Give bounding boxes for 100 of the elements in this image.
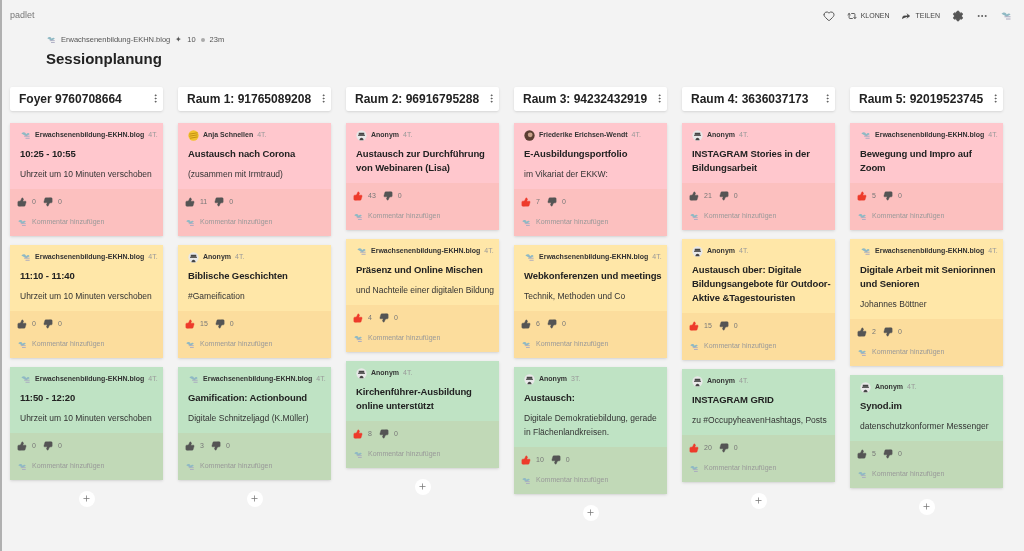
heart-icon [822,10,835,22]
column-title[interactable]: Foyer 9760708664 [19,89,122,108]
logo-icon [857,347,867,358]
add-post-button[interactable] [78,490,95,507]
thumbs-down-icon[interactable] [546,197,557,207]
logo-icon [20,129,31,141]
thumbs-up-icon[interactable] [353,429,363,439]
avatar-icon [692,245,703,257]
post-text: Johannes Böttner [860,297,928,311]
brand-label[interactable]: padlet [10,9,35,23]
thumbs-down-icon[interactable] [550,455,561,465]
column-title[interactable]: Raum 4: 3636037173 [691,89,809,108]
thumbs-down-icon[interactable] [546,319,557,329]
add-post-button[interactable] [414,478,431,495]
logo-icon [185,339,195,350]
logo-icon [689,211,699,222]
post-title: Biblische Geschichten [188,268,289,283]
post-text: datenschutzkonformer Messenger [860,419,990,433]
post-title: Synod.im [860,398,903,413]
thumbs-up-icon[interactable] [521,197,531,207]
avatar-icon [524,373,535,385]
post-text: Uhrzeit um 10 Minuten verschoben [20,167,153,181]
avatar-icon [188,129,199,141]
thumbs-down-icon[interactable] [718,191,729,201]
logo-icon [860,245,871,257]
thumbs-up-icon[interactable] [857,449,867,459]
post-text: Digitale Schnitzeljagd (K.Müller) [188,411,310,425]
add-post-button[interactable] [582,504,599,521]
thumbs-up-icon[interactable] [17,441,27,451]
logo-icon [521,217,531,228]
thumbs-up-icon[interactable] [857,327,867,337]
thumbs-up-icon[interactable] [185,197,195,207]
thumbs-up-icon[interactable] [689,443,699,453]
thumbs-down-icon[interactable] [214,319,225,329]
post-text: im Vikariat der EKKW: [524,167,609,181]
post-text: zu #OccupyheavenHashtags, Posts [692,413,828,427]
thumbs-down-icon[interactable] [718,443,729,453]
thumbs-up-icon[interactable] [17,319,27,329]
thumbs-down-icon[interactable] [882,191,893,201]
plus-icon [754,496,763,506]
thumbs-up-icon[interactable] [17,197,27,207]
post-title: 10:25 - 10:55 [20,146,77,161]
avatar-icon [860,381,871,393]
avatar-icon [692,375,703,387]
thumbs-down-icon[interactable] [882,327,893,337]
post-text: Uhrzeit um 10 Minuten verschoben [20,411,153,425]
add-post-button[interactable] [918,498,935,515]
post-title: 11:10 - 11:40 [20,268,76,283]
thumbs-down-icon[interactable] [210,441,221,451]
thumbs-up-icon[interactable] [521,455,531,465]
thumbs-up-icon[interactable] [857,191,867,201]
post-title: Bewegung und Impro auf Zoom [860,146,973,175]
add-post-button[interactable] [246,490,263,507]
repeat-icon [846,11,857,21]
logo-icon [20,251,31,263]
plus-icon [922,502,931,512]
avatar-icon [356,367,367,379]
logo-icon [524,251,535,263]
thumbs-down-icon[interactable] [214,197,225,207]
post-title: Austausch über: Digitale Bildungsangebote für Outdoor-Aktive &Tagestouristen [692,262,831,305]
thumbs-down-icon[interactable] [42,197,53,207]
thumbs-down-icon[interactable] [378,429,389,439]
thumbs-down-icon[interactable] [42,319,53,329]
logo-icon [17,461,27,472]
board-title: Sessionplanung [46,49,163,70]
column-title[interactable]: Raum 2: 96916795288 [355,89,480,108]
logo-icon [46,34,56,45]
logo-icon [857,211,867,222]
logo-icon [17,217,27,228]
thumbs-up-icon[interactable] [521,319,531,329]
settings-icon [952,10,964,22]
thumbs-up-icon[interactable] [689,321,699,331]
thumbs-up-icon[interactable] [185,319,195,329]
avatar-icon [524,129,535,141]
post-title: 11:50 - 12:20 [20,390,77,405]
post-title: Präsenz und Online Mischen [356,262,484,277]
logo-icon [857,469,867,480]
thumbs-down-icon[interactable] [42,441,53,451]
logo-icon [860,129,871,141]
logo-icon [185,461,195,472]
column-title[interactable]: Raum 3: 94232432919 [523,89,648,108]
post-text: #Gameification [188,289,246,303]
thumbs-down-icon[interactable] [378,313,389,323]
thumbs-down-icon[interactable] [382,191,393,201]
plus-icon [250,494,259,504]
thumbs-down-icon[interactable] [718,321,729,331]
post-text: (zusammen mit Irmtraud) [188,167,284,181]
thumbs-up-icon[interactable] [353,191,363,201]
post-text: Digitale Demokratiebildung, gerade in Flächenlandkreisen. [524,411,658,439]
column-title[interactable]: Raum 1: 91765089208 [187,89,312,108]
thumbs-up-icon[interactable] [689,191,699,201]
post-title: Austausch nach Corona [188,146,297,161]
add-post-button[interactable] [750,492,767,509]
post-text: Uhrzeit um 10 Minuten verschoben [20,289,153,303]
column-title[interactable]: Raum 5: 92019523745 [859,89,984,108]
thumbs-up-icon[interactable] [353,313,363,323]
thumbs-down-icon[interactable] [882,449,893,459]
avatar-icon [692,129,703,141]
logo-icon [20,373,31,385]
thumbs-up-icon[interactable] [185,441,195,451]
